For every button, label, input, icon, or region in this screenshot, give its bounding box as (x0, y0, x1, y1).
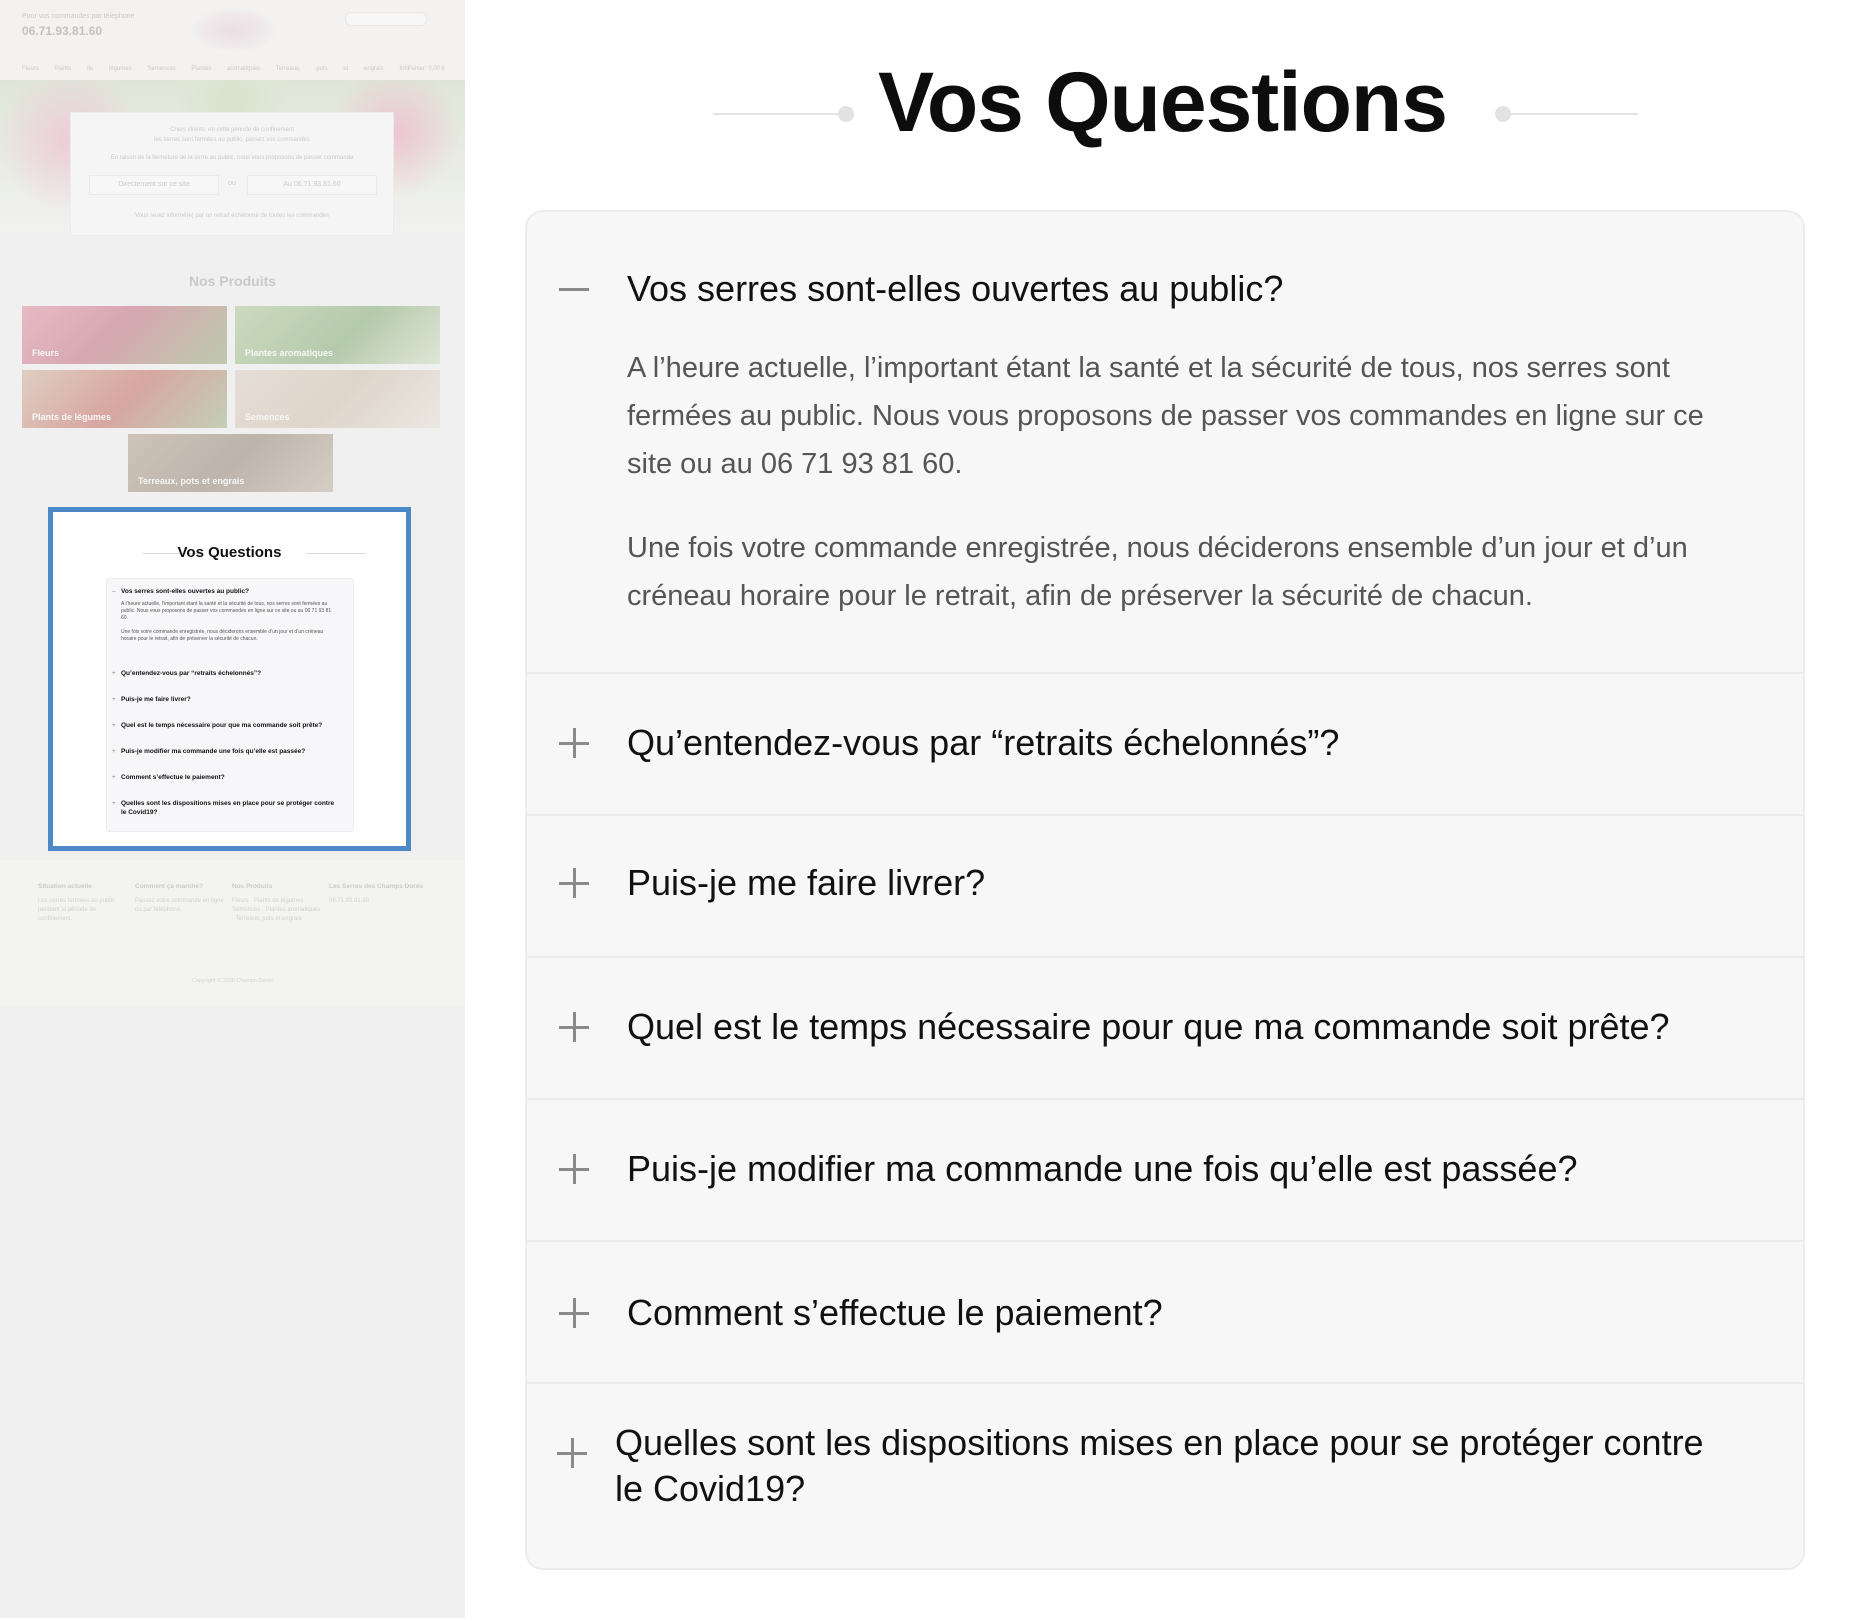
preview-footer-col: Nos Produits Fleurs · Plants de légumes ·… (232, 882, 322, 924)
preview-product-tile: Semences (235, 370, 440, 428)
plus-icon: + (112, 774, 116, 781)
preview-footer-title: Situation actuelle (38, 883, 92, 890)
faq-answer: Une fois votre commande enregistrée, nou… (627, 532, 1688, 612)
preview-faq-question: + Quel est le temps nécessaire pour que m… (112, 721, 341, 730)
preview-faq-question: + Comment s’effectue le paiement? (112, 773, 341, 782)
minus-icon[interactable] (559, 274, 589, 304)
preview-copyright: Copyright © 2020 Champs Dorés (191, 978, 274, 984)
preview-tile-label: Fleurs (32, 348, 60, 358)
preview-hero-text: Chers clients, en cette période de confi… (170, 127, 294, 133)
preview-header: Pour vos commandes par téléphone 06.71.9… (0, 0, 465, 80)
faq-section: Vos Questions Vos serres sont-elles ouve… (465, 0, 1860, 1618)
preview-faq-question-text: Puis-je modifier ma commande une fois qu… (121, 748, 306, 755)
plus-icon: + (112, 670, 116, 677)
preview-footer-text: Passez votre commande en ligne ou par té… (135, 898, 224, 913)
preview-hero-or: ou (228, 180, 236, 187)
preview-product-tile: Plantes aromatiques (235, 306, 440, 364)
faq-question[interactable]: Quel est le temps nécessaire pour que ma… (627, 1004, 1743, 1050)
faq-question[interactable]: Vos serres sont-elles ouvertes au public… (627, 266, 1743, 312)
plus-icon[interactable] (559, 728, 589, 758)
preview-hero-text: En raison de la fermeture de la serre au… (110, 155, 354, 161)
preview-tile-label: Plantes aromatiques (245, 348, 334, 358)
preview-tile-label: Plants de légumes (32, 412, 112, 422)
plus-icon[interactable] (559, 1154, 589, 1184)
plus-icon: + (112, 722, 116, 729)
preview-footer-col: Situation actuelle Les serres fermées au … (38, 882, 128, 924)
preview-search-input (345, 12, 427, 26)
preview-tile-label: Semences (245, 412, 290, 422)
preview-faq-question: – Vos serres sont-elles ouvertes au publi… (112, 587, 341, 596)
plus-icon: + (112, 748, 116, 755)
preview-hero-text: les serres sont fermées au public, passe… (154, 137, 310, 143)
faq-answer: A l’heure actuelle, l’important étant la… (627, 352, 1704, 480)
preview-footer-text: Les serres fermées au public pendant la … (38, 898, 116, 922)
preview-hero-note: Vous serez informé(e) par un retrait éch… (135, 213, 329, 219)
preview-phone-caption: Pour vos commandes par téléphone (22, 13, 135, 20)
faq-item[interactable]: Puis-je modifier ma commande une fois qu… (527, 1098, 1803, 1242)
preview-footer-text: Fleurs · Plants de légumes · Semences · … (232, 898, 321, 922)
plus-icon[interactable] (559, 868, 589, 898)
preview-faq-question-text: Comment s’effectue le paiement? (121, 774, 225, 781)
preview-faq-question-text: Vos serres sont-elles ouvertes au public… (121, 588, 250, 595)
preview-faq-question-text: Quel est le temps nécessaire pour que ma… (121, 722, 323, 729)
preview-footer-text: 06.71.93.81.60 (329, 898, 370, 904)
preview-footer-title: Nos Produits (232, 883, 273, 890)
preview-faq-question: + Qu’entendez-vous par “retraits échelonn… (112, 669, 341, 678)
faq-item-expanded[interactable]: Vos serres sont-elles ouvertes au public… (527, 212, 1803, 672)
faq-question[interactable]: Comment s’effectue le paiement? (627, 1290, 1743, 1336)
preview-faq-highlight: Vos Questions – Vos serres sont-elles ouv… (48, 507, 411, 851)
plus-icon: + (112, 696, 116, 703)
faq-question[interactable]: Qu’entendez-vous par “retraits échelonné… (627, 720, 1743, 766)
preview-footer: Situation actuelle Les serres fermées au … (0, 860, 465, 1005)
faq-item[interactable]: Comment s’effectue le paiement? (527, 1240, 1803, 1384)
preview-product-tile: Plants de légumes (22, 370, 227, 428)
preview-faq-answer: A l’heure actuelle, l’important étant la… (121, 601, 332, 621)
faq-question[interactable]: Quelles sont les dispositions mises en p… (615, 1420, 1723, 1512)
preview-cart: Panier: 0,00 € (407, 66, 445, 72)
preview-nav-item: Semences (147, 66, 176, 72)
preview-hero-button: Au 06.71.93.81.60 (247, 175, 377, 195)
preview-nav-item: Plantes aromatiques (191, 66, 261, 72)
preview-phone: 06.71.93.81.60 (22, 24, 103, 38)
preview-nav-item: Plants de légumes (54, 66, 132, 72)
plus-icon[interactable] (557, 1438, 587, 1468)
preview-faq-deco-line (306, 553, 366, 554)
preview-footer-title: Les Serres des Champs Dorés (329, 883, 423, 890)
preview-hero-button: Directement sur ce site (89, 175, 219, 195)
preview-faq-question: + Quelles sont les dispositions mises en … (112, 799, 341, 817)
plus-icon[interactable] (559, 1298, 589, 1328)
preview-product-tile: Fleurs (22, 306, 227, 364)
faq-item[interactable]: Qu’entendez-vous par “retraits échelonné… (527, 672, 1803, 816)
preview-faq-question-text: Quelles sont les dispositions mises en p… (121, 800, 335, 816)
preview-nav: Fleurs Plants de légumes Semences Plante… (22, 66, 409, 72)
preview-nav-item: Fleurs (22, 66, 39, 72)
preview-faq-question: + Puis-je me faire livrer? (112, 695, 341, 704)
preview-footer-title: Comment ça marche? (135, 883, 203, 890)
preview-footer-col: Les Serres des Champs Dorés 06.71.93.81.6… (329, 882, 439, 906)
preview-hero-card: Chers clients, en cette période de confi… (70, 112, 394, 236)
preview-footer-col: Comment ça marche? Passez votre commande … (135, 882, 225, 915)
preview-faq-question-text: Qu’entendez-vous par “retraits échelonné… (121, 670, 262, 677)
preview-nav-item: Terreaux, pots et engrais (275, 66, 384, 72)
faq-question[interactable]: Puis-je modifier ma commande une fois qu… (627, 1146, 1743, 1192)
preview-tile-label: Terreaux, pots et engrais (138, 476, 245, 486)
preview-faq-question-text: Puis-je me faire livrer? (121, 696, 191, 703)
faq-item[interactable]: Quel est le temps nécessaire pour que ma… (527, 956, 1803, 1100)
faq-question[interactable]: Puis-je me faire livrer? (627, 860, 1743, 906)
preview-logo (192, 8, 276, 52)
page-preview: Pour vos commandes par téléphone 06.71.9… (0, 0, 465, 1618)
plus-icon: + (112, 800, 116, 807)
preview-faq-answer: Une fois votre commande enregistrée, nou… (121, 629, 324, 642)
faq-title: Vos Questions (878, 55, 1448, 149)
preview-faq-question: + Puis-je modifier ma commande une fois q… (112, 747, 341, 756)
heading-deco-line-right (1505, 113, 1638, 115)
minus-icon: – (112, 588, 116, 595)
preview-faq-card: – Vos serres sont-elles ouvertes au publi… (106, 578, 354, 832)
preview-products-title: Nos Produits (188, 273, 277, 289)
plus-icon[interactable] (559, 1012, 589, 1042)
faq-accordion: Vos serres sont-elles ouvertes au public… (525, 210, 1805, 1570)
faq-item[interactable]: Puis-je me faire livrer? (527, 814, 1803, 958)
preview-product-tile: Terreaux, pots et engrais (128, 434, 333, 492)
faq-item[interactable]: Quelles sont les dispositions mises en p… (527, 1382, 1803, 1568)
